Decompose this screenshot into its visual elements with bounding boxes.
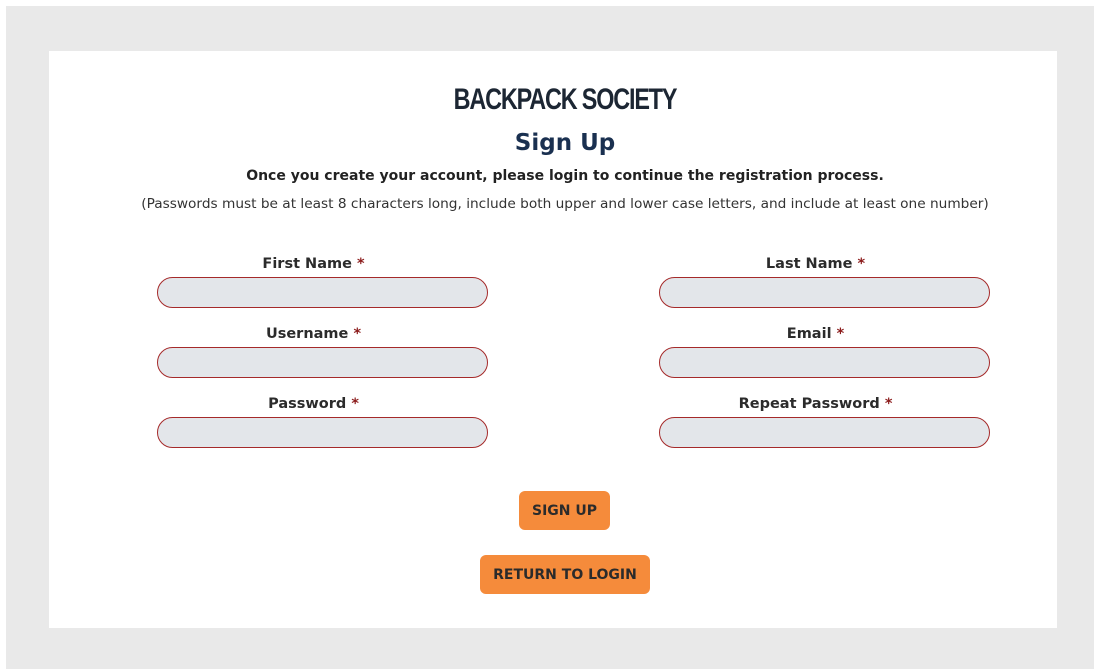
page-title: Sign Up <box>514 130 616 156</box>
password-label-text: Password <box>268 396 347 412</box>
repeat-password-input[interactable] <box>659 417 990 448</box>
required-marker: * <box>836 326 845 342</box>
required-marker: * <box>351 396 359 412</box>
username-input[interactable] <box>157 347 488 378</box>
instructions-text: Once you create your account, please log… <box>246 168 884 184</box>
last-name-label: Last Name * <box>659 254 972 274</box>
repeat-password-label-text: Repeat Password <box>738 396 880 412</box>
last-name-input[interactable] <box>659 277 990 308</box>
email-label-text: Email <box>786 326 832 342</box>
first-name-input[interactable] <box>157 277 488 308</box>
password-label: Password * <box>157 394 470 414</box>
last-name-label-text: Last Name <box>765 256 853 272</box>
sign-up-button[interactable]: SIGN UP <box>519 491 610 530</box>
username-label-text: Username <box>265 326 349 342</box>
email-input[interactable] <box>659 347 990 378</box>
brand-logo-text: BACKPACK SOCIETY <box>453 83 678 116</box>
username-label: Username * <box>157 324 470 344</box>
first-name-label-text: First Name <box>262 256 352 272</box>
password-input[interactable] <box>157 417 488 448</box>
required-marker: * <box>353 326 362 342</box>
password-requirements-note: (Passwords must be at least 8 characters… <box>141 196 989 212</box>
required-marker: * <box>356 256 365 272</box>
first-name-label: First Name * <box>157 254 470 274</box>
required-marker: * <box>884 396 893 412</box>
required-marker: * <box>857 256 866 272</box>
email-label: Email * <box>659 324 972 344</box>
return-to-login-button[interactable]: RETURN TO LOGIN <box>480 555 650 594</box>
repeat-password-label: Repeat Password * <box>659 394 972 414</box>
